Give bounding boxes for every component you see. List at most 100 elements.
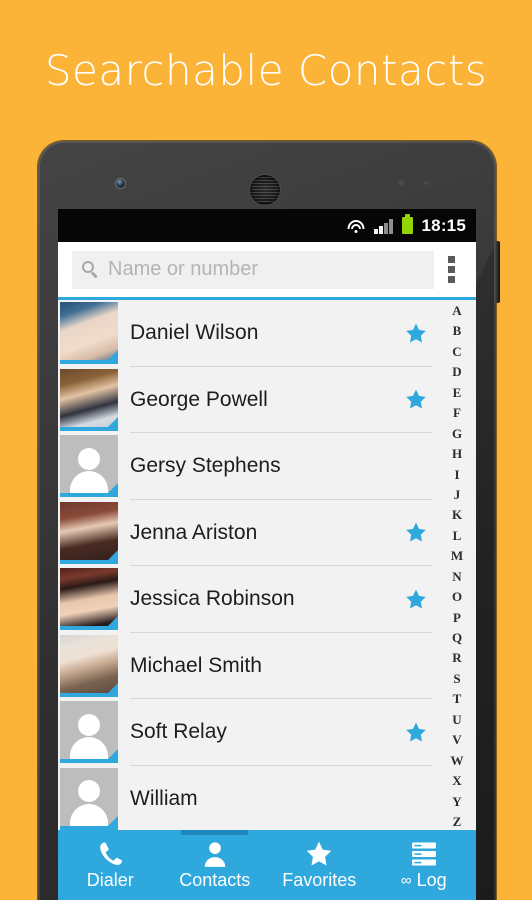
alphabet-index[interactable]: ABCDEFGHIJKLMNOPQRSTUVWXYZ [438,300,476,830]
alpha-index-letter[interactable]: K [452,508,462,521]
page-title: Searchable Contacts [44,45,488,95]
search-bar: Name or number [58,242,476,300]
phone-device: 18:15 Name or number Daniel Wilson George… [38,141,500,900]
contact-row-content: George Powell [130,367,438,434]
nav-item-label-wrap: ∞ Log [401,870,447,891]
contact-avatar-photo[interactable] [60,368,118,431]
phone-icon [95,840,125,868]
search-input[interactable]: Name or number [72,250,434,289]
contact-avatar-photo[interactable] [60,501,118,564]
infinity-icon: ∞ [400,872,412,889]
contact-avatar-default-icon[interactable] [60,767,118,830]
alpha-index-letter[interactable]: R [452,651,461,664]
contact-name: George Powell [130,387,268,411]
alpha-index-letter[interactable]: I [454,468,459,481]
contact-row[interactable]: Michael Smith [58,632,438,700]
contact-row-content: William [130,766,438,831]
contact-name: Soft Relay [130,720,227,744]
alpha-index-letter[interactable]: E [453,386,462,399]
status-bar: 18:15 [58,209,476,242]
contact-row-content: Soft Relay [130,699,438,766]
alpha-index-letter[interactable]: G [452,427,462,440]
nav-item-contacts[interactable]: Contacts [163,830,268,900]
list-log-icon [409,840,439,868]
alpha-index-letter[interactable]: J [454,488,461,501]
nav-item-label-wrap: Contacts [179,870,250,891]
contact-row-content: Daniel Wilson [130,300,438,367]
alpha-index-letter[interactable]: Y [452,795,461,808]
nav-item-label: Contacts [179,870,251,890]
alpha-index-letter[interactable]: D [452,365,461,378]
alpha-index-letter[interactable]: H [452,447,462,460]
favorite-star-icon[interactable] [404,588,428,611]
search-icon [82,261,99,279]
contact-avatar-default-icon[interactable] [60,701,118,764]
nav-item-label-wrap: Favorites [282,870,356,891]
battery-icon [401,214,413,234]
alpha-index-letter[interactable]: M [451,549,463,562]
alpha-index-letter[interactable]: F [453,406,461,419]
contact-row-content: Michael Smith [130,633,438,700]
contact-name: Jenna Ariston [130,520,258,544]
contact-avatar-photo[interactable] [60,634,118,697]
contact-row-content: Jessica Robinson [130,566,438,633]
contact-row[interactable]: Jessica Robinson [58,566,438,633]
alpha-index-letter[interactable]: S [453,672,460,685]
contact-name: Gersy Stephens [130,454,281,478]
status-bar-clock: 18:15 [421,215,466,235]
person-icon [200,840,230,868]
phone-screen: 18:15 Name or number Daniel Wilson George… [58,209,476,900]
alpha-index-letter[interactable]: N [452,570,461,583]
contact-name: Daniel Wilson [130,321,259,345]
nav-item-label: Favorites [282,870,357,890]
favorite-star-icon[interactable] [404,388,428,411]
contact-name: Jessica Robinson [130,587,295,611]
favorite-star-icon[interactable] [404,322,428,345]
alpha-index-letter[interactable]: A [452,304,461,317]
earpiece-speaker-icon [250,175,280,205]
favorite-star-icon[interactable] [404,721,428,744]
contact-row[interactable]: William [58,765,438,831]
alpha-index-letter[interactable]: U [452,713,461,726]
contact-name: Michael Smith [130,653,262,677]
alpha-index-letter[interactable]: Z [453,815,462,828]
contact-row-content: Jenna Ariston [130,500,438,567]
alpha-index-letter[interactable]: O [452,590,462,603]
alpha-index-letter[interactable]: W [451,754,464,767]
contact-avatar-photo[interactable] [60,302,118,365]
contact-row[interactable]: Daniel Wilson [58,300,438,367]
nav-item-label: Dialer [86,870,134,890]
alpha-index-letter[interactable]: T [453,692,462,705]
star-icon [304,840,334,868]
contact-list[interactable]: Daniel Wilson George Powell Gersy Stephens… [58,300,438,830]
contact-avatar-photo[interactable] [60,568,118,631]
contact-row[interactable]: Gersy Stephens [58,433,438,500]
contact-row[interactable]: Soft Relay [58,699,438,766]
contact-avatar-default-icon[interactable] [60,435,118,498]
power-button[interactable] [494,241,500,303]
phone-body: 18:15 Name or number Daniel Wilson George… [38,141,496,900]
contacts-area: Daniel Wilson George Powell Gersy Stephens… [58,300,476,830]
alpha-index-letter[interactable]: P [453,611,461,624]
search-placeholder: Name or number [108,258,259,280]
nav-item-favorites[interactable]: Favorites [267,830,372,900]
favorite-star-icon[interactable] [404,521,428,544]
signal-icon [374,218,393,234]
alpha-index-letter[interactable]: X [452,774,461,787]
alpha-index-letter[interactable]: B [453,324,462,337]
contact-name: William [130,786,198,810]
contact-row[interactable]: George Powell [58,366,438,434]
alpha-index-letter[interactable]: Q [452,631,462,644]
alpha-index-letter[interactable]: V [452,733,461,746]
wifi-icon [346,218,365,233]
front-camera-icon [116,179,125,188]
contact-row[interactable]: Jenna Ariston [58,499,438,567]
nav-item-label: Log [416,870,447,890]
alpha-index-letter[interactable]: C [452,345,461,358]
alpha-index-letter[interactable]: L [453,529,462,542]
nav-item-label-wrap: Dialer [87,870,134,891]
nav-item-log[interactable]: ∞ Log [372,830,477,900]
overflow-menu-icon[interactable] [434,251,468,289]
bottom-navigation-bar: Dialer Contacts Favorites ∞ Log [58,830,476,900]
nav-item-dialer[interactable]: Dialer [58,830,163,900]
